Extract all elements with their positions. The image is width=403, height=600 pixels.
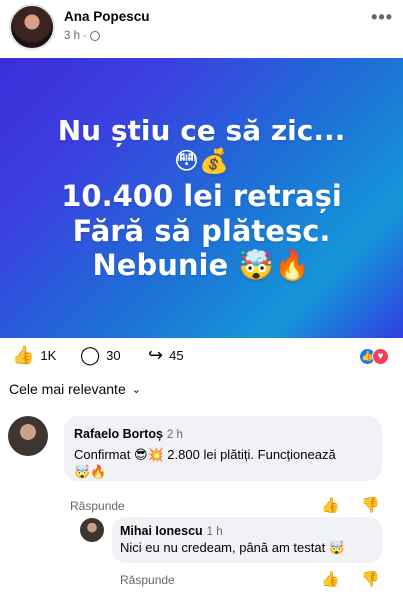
post-meta: 3 h ·	[64, 30, 100, 42]
image-text-line: Nu știu ce să zic...	[57, 114, 346, 147]
post-header: Ana Popescu 3 h · •••	[0, 0, 403, 56]
comment-time: 1 h	[206, 526, 223, 538]
comment-text: Nici eu nu credeam, până am testat 🤯	[120, 540, 346, 555]
post-actions-bar: 👍 1K ◯ 30 ↪ 45 👍 ♥	[0, 344, 403, 370]
love-reaction-icon: ♥	[372, 348, 389, 365]
comment-text-line: Confirmat 😎💥 2.800 lei plătiți. Funcțion…	[74, 447, 336, 462]
comment-count: 30	[106, 347, 121, 363]
comment-header: Mihai Ionescu 1 h	[120, 522, 223, 540]
share-icon: ↪	[148, 345, 164, 365]
comment-header: Rafaelo Bortoș 2 h	[74, 425, 183, 443]
like-button[interactable]: 👍 1K	[12, 346, 56, 364]
commenter-name[interactable]: Mihai Ionescu	[120, 524, 203, 538]
image-text-line: Fără să plătesc.	[72, 213, 331, 248]
upvote-icon[interactable]: 👍	[321, 570, 340, 588]
sort-label: Cele mai relevante	[9, 381, 126, 397]
commenter-avatar[interactable]	[80, 518, 104, 542]
like-icon: 👍	[12, 345, 35, 365]
chevron-down-icon: ⌄	[131, 383, 141, 396]
author-name[interactable]: Ana Popescu	[64, 9, 150, 24]
share-count: 45	[169, 347, 184, 363]
like-count: 1K	[40, 347, 57, 363]
reply-link[interactable]: Răspunde	[70, 499, 125, 513]
commenter-avatar[interactable]	[8, 416, 48, 456]
comment-icon: ◯	[80, 345, 101, 365]
upvote-icon[interactable]: 👍	[321, 496, 340, 514]
share-button[interactable]: ↪ 45	[148, 346, 184, 364]
comment-text-line: 🤯🔥	[74, 463, 107, 479]
comment-bubble: Mihai Ionescu 1 h Nici eu nu credeam, pân…	[112, 517, 382, 563]
globe-icon	[89, 31, 100, 41]
post-image[interactable]: Nu știu ce să zic... 😳💰 10.400 lei retra…	[0, 58, 403, 338]
comment-text: Confirmat 😎💥 2.800 lei plătiți. Funcțion…	[74, 447, 376, 481]
comment-sort-dropdown[interactable]: Cele mai relevante ⌄	[9, 381, 141, 397]
post-time[interactable]: 3 h	[64, 30, 80, 42]
commenter-name[interactable]: Rafaelo Bortoș	[74, 427, 163, 441]
comment-button[interactable]: ◯ 30	[80, 346, 121, 364]
more-options-icon[interactable]: •••	[371, 8, 393, 26]
image-text-line: Nebunie 🤯🔥	[92, 247, 311, 282]
downvote-icon[interactable]: 👎	[361, 570, 380, 588]
reply-link[interactable]: Răspunde	[120, 573, 175, 587]
image-emoji-line: 😳💰	[174, 147, 229, 176]
comment-time: 2 h	[166, 429, 183, 441]
comment-bubble: Rafaelo Bortoș 2 h Confirmat 😎💥 2.800 lei…	[64, 416, 382, 481]
reactions-summary[interactable]: 👍 ♥	[359, 348, 389, 365]
downvote-icon[interactable]: 👎	[361, 496, 380, 514]
meta-separator: ·	[83, 30, 87, 42]
image-text-line: 10.400 lei retrași	[61, 179, 342, 214]
author-avatar[interactable]	[9, 4, 55, 50]
